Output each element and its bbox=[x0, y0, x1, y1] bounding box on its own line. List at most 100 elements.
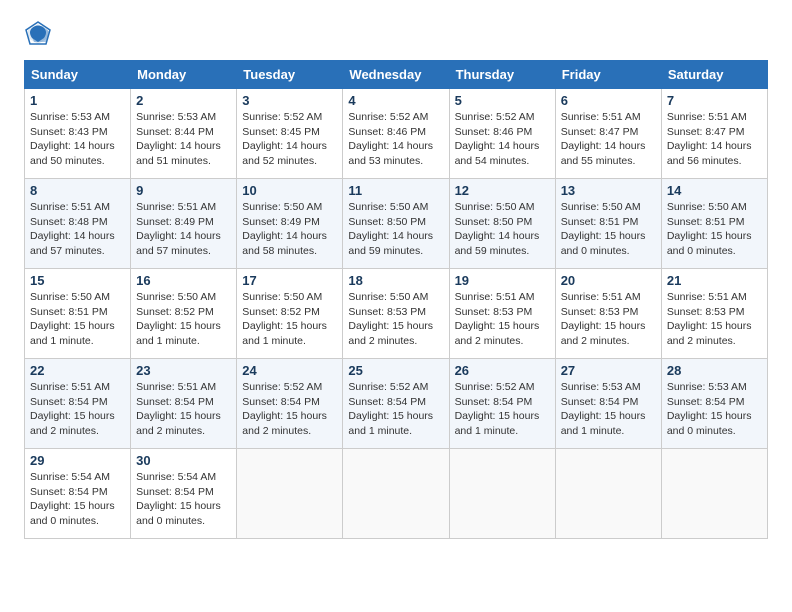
day-cell-27: 27 Sunrise: 5:53 AM Sunset: 8:54 PM Dayli… bbox=[555, 359, 661, 449]
day-info: Sunrise: 5:53 AM Sunset: 8:54 PM Dayligh… bbox=[561, 380, 656, 439]
day-cell-29: 29 Sunrise: 5:54 AM Sunset: 8:54 PM Dayli… bbox=[25, 449, 131, 539]
day-info: Sunrise: 5:51 AM Sunset: 8:53 PM Dayligh… bbox=[455, 290, 550, 349]
day-info: Sunrise: 5:53 AM Sunset: 8:44 PM Dayligh… bbox=[136, 110, 231, 169]
day-number: 15 bbox=[30, 273, 125, 288]
day-info: Sunrise: 5:51 AM Sunset: 8:47 PM Dayligh… bbox=[561, 110, 656, 169]
day-cell-4: 4 Sunrise: 5:52 AM Sunset: 8:46 PM Daylig… bbox=[343, 89, 449, 179]
day-cell-14: 14 Sunrise: 5:50 AM Sunset: 8:51 PM Dayli… bbox=[661, 179, 767, 269]
day-info: Sunrise: 5:50 AM Sunset: 8:51 PM Dayligh… bbox=[561, 200, 656, 259]
day-number: 23 bbox=[136, 363, 231, 378]
day-number: 3 bbox=[242, 93, 337, 108]
day-number: 25 bbox=[348, 363, 443, 378]
day-number: 7 bbox=[667, 93, 762, 108]
header-cell-wednesday: Wednesday bbox=[343, 61, 449, 89]
week-row-4: 22 Sunrise: 5:51 AM Sunset: 8:54 PM Dayli… bbox=[25, 359, 768, 449]
day-cell-16: 16 Sunrise: 5:50 AM Sunset: 8:52 PM Dayli… bbox=[131, 269, 237, 359]
day-info: Sunrise: 5:51 AM Sunset: 8:53 PM Dayligh… bbox=[561, 290, 656, 349]
header-cell-thursday: Thursday bbox=[449, 61, 555, 89]
day-number: 27 bbox=[561, 363, 656, 378]
header-cell-sunday: Sunday bbox=[25, 61, 131, 89]
day-info: Sunrise: 5:53 AM Sunset: 8:54 PM Dayligh… bbox=[667, 380, 762, 439]
logo-icon bbox=[24, 20, 52, 48]
day-cell-25: 25 Sunrise: 5:52 AM Sunset: 8:54 PM Dayli… bbox=[343, 359, 449, 449]
day-number: 11 bbox=[348, 183, 443, 198]
day-number: 18 bbox=[348, 273, 443, 288]
day-info: Sunrise: 5:51 AM Sunset: 8:48 PM Dayligh… bbox=[30, 200, 125, 259]
day-cell-6: 6 Sunrise: 5:51 AM Sunset: 8:47 PM Daylig… bbox=[555, 89, 661, 179]
day-cell-20: 20 Sunrise: 5:51 AM Sunset: 8:53 PM Dayli… bbox=[555, 269, 661, 359]
day-number: 12 bbox=[455, 183, 550, 198]
day-number: 20 bbox=[561, 273, 656, 288]
day-info: Sunrise: 5:52 AM Sunset: 8:54 PM Dayligh… bbox=[455, 380, 550, 439]
day-cell-26: 26 Sunrise: 5:52 AM Sunset: 8:54 PM Dayli… bbox=[449, 359, 555, 449]
day-cell-21: 21Sunrise: 5:51 AM Sunset: 8:53 PM Dayli… bbox=[661, 269, 767, 359]
day-info: Sunrise: 5:51 AM Sunset: 8:54 PM Dayligh… bbox=[136, 380, 231, 439]
day-cell-3: 3Sunrise: 5:52 AM Sunset: 8:45 PM Daylig… bbox=[237, 89, 343, 179]
day-cell-23: 23 Sunrise: 5:51 AM Sunset: 8:54 PM Dayli… bbox=[131, 359, 237, 449]
day-number: 28 bbox=[667, 363, 762, 378]
day-cell-13: 13Sunrise: 5:50 AM Sunset: 8:51 PM Dayli… bbox=[555, 179, 661, 269]
logo bbox=[24, 20, 56, 48]
day-info: Sunrise: 5:51 AM Sunset: 8:53 PM Dayligh… bbox=[667, 290, 762, 349]
day-cell-5: 5 Sunrise: 5:52 AM Sunset: 8:46 PM Daylig… bbox=[449, 89, 555, 179]
day-info: Sunrise: 5:51 AM Sunset: 8:47 PM Dayligh… bbox=[667, 110, 762, 169]
day-info: Sunrise: 5:54 AM Sunset: 8:54 PM Dayligh… bbox=[136, 470, 231, 529]
empty-cell bbox=[661, 449, 767, 539]
day-cell-18: 18 Sunrise: 5:50 AM Sunset: 8:53 PM Dayli… bbox=[343, 269, 449, 359]
day-cell-15: 15 Sunrise: 5:50 AM Sunset: 8:51 PM Dayli… bbox=[25, 269, 131, 359]
day-number: 10 bbox=[242, 183, 337, 198]
day-cell-9: 9Sunrise: 5:51 AM Sunset: 8:49 PM Daylig… bbox=[131, 179, 237, 269]
day-info: Sunrise: 5:50 AM Sunset: 8:50 PM Dayligh… bbox=[455, 200, 550, 259]
day-info: Sunrise: 5:50 AM Sunset: 8:52 PM Dayligh… bbox=[136, 290, 231, 349]
day-number: 26 bbox=[455, 363, 550, 378]
day-number: 16 bbox=[136, 273, 231, 288]
day-info: Sunrise: 5:50 AM Sunset: 8:51 PM Dayligh… bbox=[667, 200, 762, 259]
day-number: 4 bbox=[348, 93, 443, 108]
day-number: 24 bbox=[242, 363, 337, 378]
day-number: 17 bbox=[242, 273, 337, 288]
header-cell-tuesday: Tuesday bbox=[237, 61, 343, 89]
day-info: Sunrise: 5:52 AM Sunset: 8:54 PM Dayligh… bbox=[348, 380, 443, 439]
week-row-2: 8 Sunrise: 5:51 AM Sunset: 8:48 PM Daylig… bbox=[25, 179, 768, 269]
day-info: Sunrise: 5:53 AM Sunset: 8:43 PM Dayligh… bbox=[30, 110, 125, 169]
day-number: 5 bbox=[455, 93, 550, 108]
header-cell-monday: Monday bbox=[131, 61, 237, 89]
day-cell-2: 2 Sunrise: 5:53 AM Sunset: 8:44 PM Daylig… bbox=[131, 89, 237, 179]
day-cell-1: 1 Sunrise: 5:53 AM Sunset: 8:43 PM Daylig… bbox=[25, 89, 131, 179]
day-cell-12: 12 Sunrise: 5:50 AM Sunset: 8:50 PM Dayli… bbox=[449, 179, 555, 269]
day-number: 6 bbox=[561, 93, 656, 108]
empty-cell bbox=[237, 449, 343, 539]
day-number: 29 bbox=[30, 453, 125, 468]
day-cell-10: 10Sunrise: 5:50 AM Sunset: 8:49 PM Dayli… bbox=[237, 179, 343, 269]
day-cell-30: 30 Sunrise: 5:54 AM Sunset: 8:54 PM Dayli… bbox=[131, 449, 237, 539]
day-number: 2 bbox=[136, 93, 231, 108]
week-row-5: 29 Sunrise: 5:54 AM Sunset: 8:54 PM Dayli… bbox=[25, 449, 768, 539]
day-info: Sunrise: 5:50 AM Sunset: 8:53 PM Dayligh… bbox=[348, 290, 443, 349]
day-cell-28: 28 Sunrise: 5:53 AM Sunset: 8:54 PM Dayli… bbox=[661, 359, 767, 449]
day-cell-22: 22 Sunrise: 5:51 AM Sunset: 8:54 PM Dayli… bbox=[25, 359, 131, 449]
day-info: Sunrise: 5:51 AM Sunset: 8:54 PM Dayligh… bbox=[30, 380, 125, 439]
empty-cell bbox=[449, 449, 555, 539]
day-cell-24: 24 Sunrise: 5:52 AM Sunset: 8:54 PM Dayli… bbox=[237, 359, 343, 449]
day-cell-8: 8 Sunrise: 5:51 AM Sunset: 8:48 PM Daylig… bbox=[25, 179, 131, 269]
day-number: 14 bbox=[667, 183, 762, 198]
day-cell-17: 17Sunrise: 5:50 AM Sunset: 8:52 PM Dayli… bbox=[237, 269, 343, 359]
week-row-1: 1 Sunrise: 5:53 AM Sunset: 8:43 PM Daylig… bbox=[25, 89, 768, 179]
empty-cell bbox=[343, 449, 449, 539]
day-number: 30 bbox=[136, 453, 231, 468]
day-info: Sunrise: 5:50 AM Sunset: 8:51 PM Dayligh… bbox=[30, 290, 125, 349]
day-number: 1 bbox=[30, 93, 125, 108]
day-number: 8 bbox=[30, 183, 125, 198]
header-cell-friday: Friday bbox=[555, 61, 661, 89]
day-info: Sunrise: 5:52 AM Sunset: 8:54 PM Dayligh… bbox=[242, 380, 337, 439]
day-info: Sunrise: 5:52 AM Sunset: 8:46 PM Dayligh… bbox=[455, 110, 550, 169]
day-cell-11: 11Sunrise: 5:50 AM Sunset: 8:50 PM Dayli… bbox=[343, 179, 449, 269]
day-number: 22 bbox=[30, 363, 125, 378]
day-info: Sunrise: 5:54 AM Sunset: 8:54 PM Dayligh… bbox=[30, 470, 125, 529]
calendar-table: SundayMondayTuesdayWednesdayThursdayFrid… bbox=[24, 60, 768, 539]
header-row: SundayMondayTuesdayWednesdayThursdayFrid… bbox=[25, 61, 768, 89]
day-info: Sunrise: 5:52 AM Sunset: 8:46 PM Dayligh… bbox=[348, 110, 443, 169]
day-number: 19 bbox=[455, 273, 550, 288]
day-info: Sunrise: 5:51 AM Sunset: 8:49 PM Dayligh… bbox=[136, 200, 231, 259]
page-header bbox=[24, 20, 768, 48]
